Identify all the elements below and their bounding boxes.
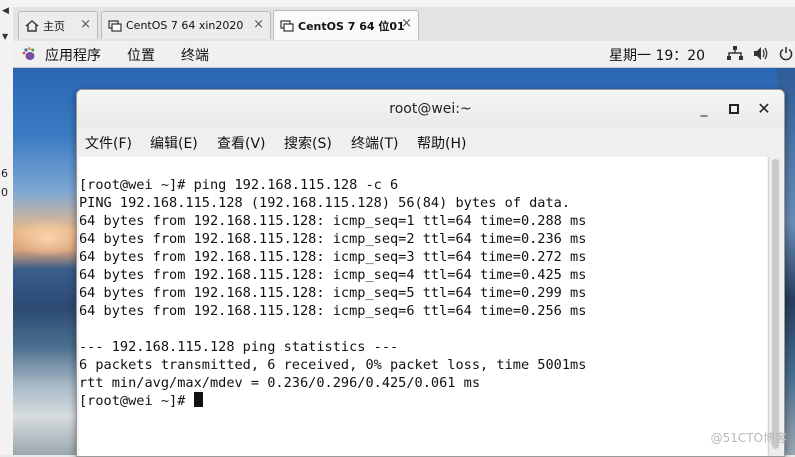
tab-label: CentOS 7 64 xin2020 [126, 19, 244, 32]
menu-search[interactable]: 搜索(S) [284, 133, 332, 153]
edge-number: 0 [1, 186, 8, 199]
terminal-prompt-line[interactable]: [root@wei ~]# [79, 392, 767, 410]
close-icon[interactable]: × [401, 16, 412, 31]
vm-icon [108, 19, 122, 32]
host-left-edge: ◀ ▼ 6 0 [0, 0, 14, 455]
window-title: root@wei:~ [389, 101, 472, 117]
terminal-line: rtt min/avg/max/mdev = 0.236/0.296/0.425… [79, 375, 481, 391]
terminal-scrollbar[interactable] [768, 157, 782, 456]
host-toolbar-edge [13, 0, 795, 7]
terminal-window[interactable]: root@wei:~ _ ✕ 文件(F) 编辑(E) 查看(V) 搜索(S) 终… [76, 89, 785, 457]
close-icon[interactable]: × [253, 17, 264, 32]
terminal-menubar: 文件(F) 编辑(E) 查看(V) 搜索(S) 终端(T) 帮助(H) [77, 128, 784, 156]
tab-vm-centos-01[interactable]: CentOS 7 64 位01 × [273, 10, 419, 40]
terminal-line: 64 bytes from 192.168.115.128: icmp_seq=… [79, 213, 587, 229]
close-icon[interactable]: ✕ [752, 90, 776, 128]
terminal-line: 64 bytes from 192.168.115.128: icmp_seq=… [79, 249, 587, 265]
menu-file[interactable]: 文件(F) [85, 133, 132, 153]
close-icon[interactable]: × [80, 17, 91, 32]
chevron-left-icon[interactable]: ◀ [2, 6, 9, 16]
vm-icon [280, 19, 294, 32]
terminal-line: [root@wei ~]# ping 192.168.115.128 -c 6 [79, 177, 399, 193]
menu-terminal[interactable]: 终端 [181, 45, 209, 65]
terminal-line: PING 192.168.115.128 (192.168.115.128) 5… [79, 195, 571, 211]
terminal-prompt: [root@wei ~]# [79, 393, 194, 409]
watermark: @51CTO博客 [710, 431, 787, 445]
menu-terminal[interactable]: 终端(T) [351, 133, 398, 153]
minimize-icon[interactable]: _ [692, 90, 716, 128]
terminal-line: --- 192.168.115.128 ping statistics --- [79, 339, 399, 355]
menu-places[interactable]: 位置 [127, 45, 155, 65]
terminal-line: 64 bytes from 192.168.115.128: icmp_seq=… [79, 303, 587, 319]
gnome-foot-icon [21, 46, 37, 66]
scrollbar-thumb[interactable] [772, 159, 779, 449]
terminal-line: 64 bytes from 192.168.115.128: icmp_seq=… [79, 285, 587, 301]
gnome-top-panel: 应用程序 位置 终端 星期一 19：20 [13, 41, 795, 68]
menu-view[interactable]: 查看(V) [217, 133, 266, 153]
power-icon[interactable] [779, 46, 793, 65]
menu-edit[interactable]: 编辑(E) [150, 133, 198, 153]
volume-icon[interactable] [753, 46, 770, 65]
window-titlebar[interactable]: root@wei:~ [77, 90, 784, 128]
terminal-line: 64 bytes from 192.168.115.128: icmp_seq=… [79, 231, 587, 247]
tab-home[interactable]: 主页 × [18, 11, 98, 39]
network-icon[interactable] [727, 46, 743, 65]
terminal-output[interactable]: [root@wei ~]# ping 192.168.115.128 -c 6 P… [79, 157, 767, 456]
tab-label: CentOS 7 64 位01 [298, 19, 405, 33]
menu-applications[interactable]: 应用程序 [45, 45, 101, 65]
tab-label: 主页 [43, 19, 65, 33]
tab-vm-xin2020[interactable]: CentOS 7 64 xin2020 × [101, 11, 271, 39]
terminal-line: 6 packets transmitted, 6 received, 0% pa… [79, 357, 587, 373]
home-icon [25, 19, 39, 32]
maximize-icon[interactable] [722, 90, 746, 128]
menu-help[interactable]: 帮助(H) [417, 133, 466, 153]
vm-tab-bar: 主页 × CentOS 7 64 xin2020 × CentOS 7 64 位… [13, 7, 795, 42]
chevron-down-icon[interactable]: ▼ [2, 32, 8, 41]
panel-clock[interactable]: 星期一 19：20 [609, 45, 705, 65]
text-cursor [193, 392, 203, 407]
edge-number: 6 [1, 167, 8, 180]
terminal-line: 64 bytes from 192.168.115.128: icmp_seq=… [79, 267, 587, 283]
